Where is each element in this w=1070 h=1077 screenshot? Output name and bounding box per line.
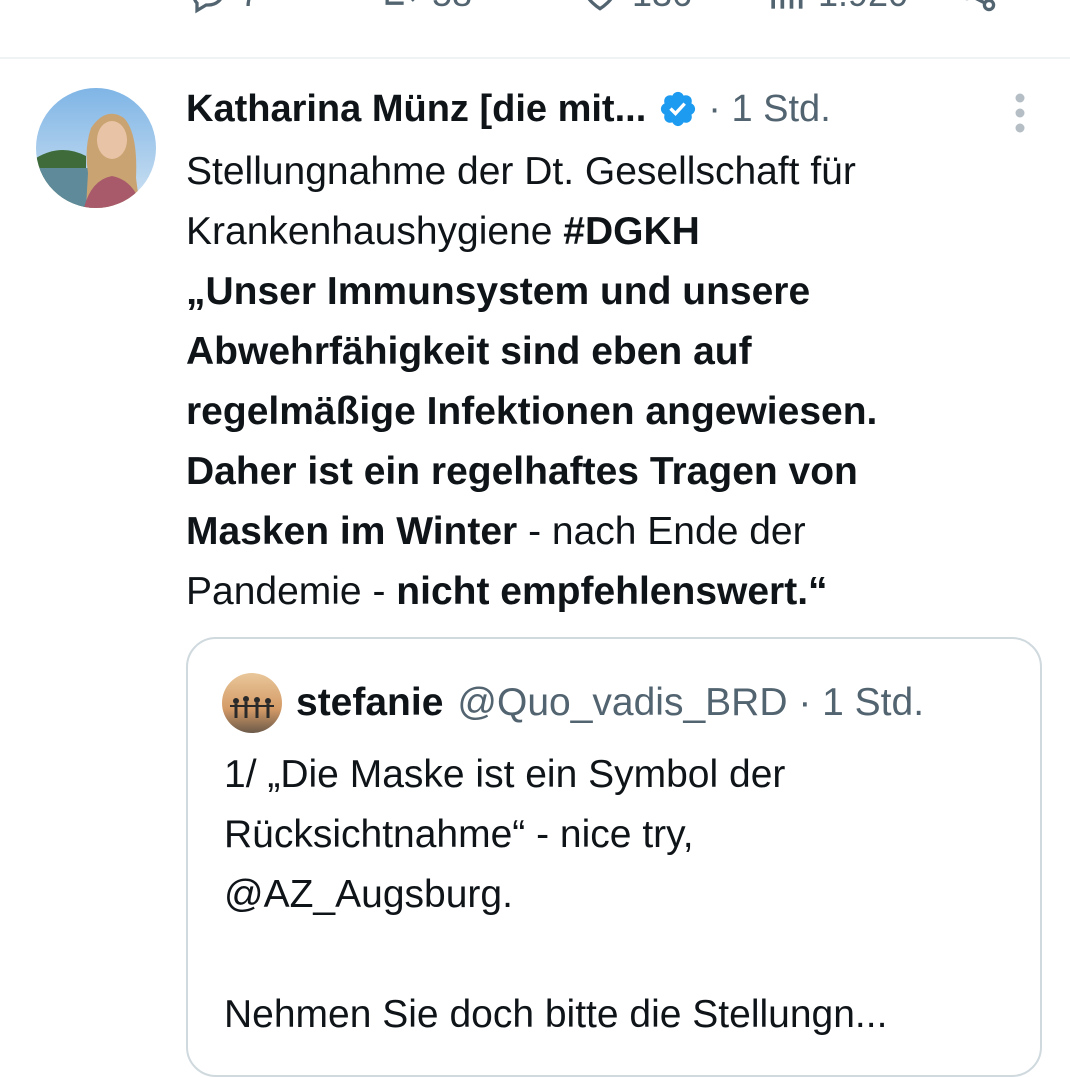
like-icon [587,0,613,11]
repost-count: 58 [432,0,472,15]
reply-icon [193,0,222,14]
tweet-line: Stellungnahme der Dt. Gesellschaft für [186,150,856,193]
reply-count: 7 [240,0,260,15]
views-count: 1.920 [818,0,908,15]
like-count: 136 [632,0,692,15]
views-icon [771,0,803,9]
tweet-text-segment: - nach Ende der [517,510,806,553]
tweet-text-segment: Pandemie - [186,570,397,613]
repost-icon [385,0,415,5]
quote-line: Rücksichtnahme“ - nice try, [224,813,694,856]
author-name[interactable]: Katharina Münz [die mit... [186,88,646,131]
quote-line: Nehmen Sie doch bitte die Stellungn... [224,993,888,1036]
quote-line: 1/ „Die Maske ist ein Symbol der [224,753,786,796]
views-button[interactable]: 1.920 [764,0,908,16]
like-button[interactable]: 136 [578,0,692,16]
tweet-text-segment: nicht empfehlenswert.“ [396,570,828,613]
tweet-line: Krankenhaushygiene #DGKH [186,202,1046,262]
tweet-line: regelmäßige Infektionen angewiesen. [186,390,878,433]
quote-text: 1/ „Die Maske ist ein Symbol der Rücksic… [224,745,1024,1045]
reply-button[interactable]: 7 [186,0,260,16]
tweet-divider [0,57,1070,59]
quote-header: stefanie @Quo_vadis_BRD · 1 Std. [222,673,925,733]
quote-meta: @Quo_vadis_BRD · 1 Std. [457,681,925,724]
tweet-text: Stellungnahme der Dt. Gesellschaft für K… [186,142,1046,622]
more-icon[interactable] [1006,92,1034,134]
quote-blank-line [224,925,1024,985]
verified-badge-icon[interactable] [658,89,698,129]
repost-button[interactable]: 58 [378,0,472,16]
tweet-action-bar: 7 58 136 1.920 [0,0,1070,28]
quote-mention: @AZ_Augsburg. [224,873,513,916]
hashtag-link[interactable]: #DGKH [563,210,700,253]
tweet-line: Daher ist ein regelhaftes Tragen von [186,450,858,493]
share-button[interactable] [956,0,1000,16]
tweet-timestamp[interactable]: · 1 Std. [708,88,831,131]
quote-author-name[interactable]: stefanie [296,681,443,725]
tweet-text-segment: Masken im Winter [186,510,518,553]
tweet-line: Masken im Winter - nach Ende der [186,502,1046,562]
quoted-tweet-card[interactable]: stefanie @Quo_vadis_BRD · 1 Std. 1/ „Die… [186,637,1042,1077]
tweet-header: Katharina Münz [die mit... · 1 Std. [186,82,831,136]
share-icon [965,0,996,12]
tweet-line: Abwehrfähigkeit sind eben auf [186,330,752,373]
author-avatar[interactable] [36,88,156,208]
tweet-line: „Unser Immunsystem und unsere [186,270,811,313]
quote-author-avatar [222,673,282,733]
tweet-text-segment: Krankenhaushygiene [186,210,564,253]
tweet-line: Pandemie - nicht empfehlenswert.“ [186,562,1046,622]
